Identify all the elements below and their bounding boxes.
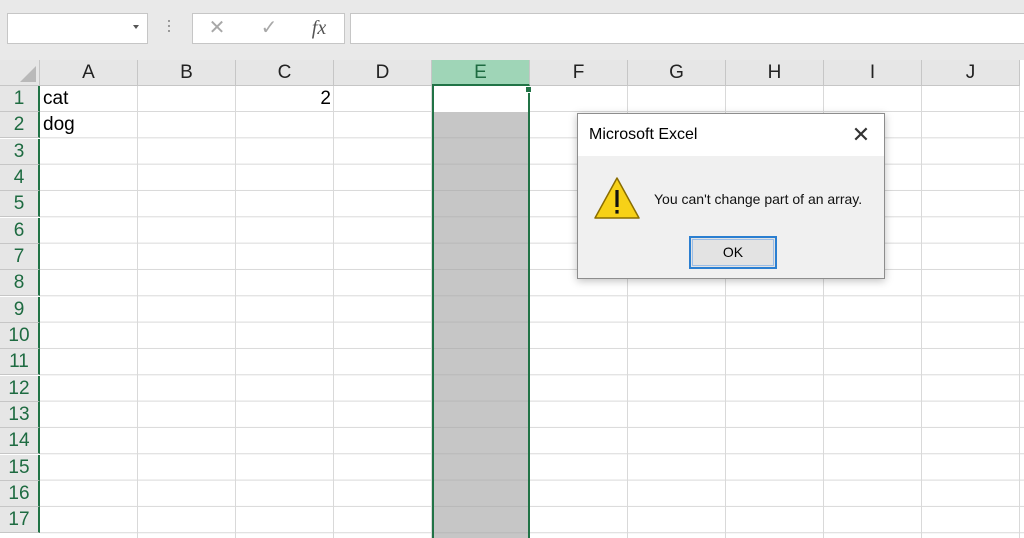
formula-input[interactable] — [350, 13, 1024, 44]
select-all-icon — [20, 66, 36, 82]
fill-handle[interactable] — [525, 86, 532, 93]
close-icon[interactable]: ✕ — [846, 120, 876, 150]
drag-handle-icon[interactable] — [168, 20, 171, 38]
insert-function-icon[interactable]: fx — [299, 14, 339, 43]
ok-button[interactable]: OK — [689, 236, 777, 269]
cell-a2[interactable]: dog — [43, 112, 75, 138]
row-header-17[interactable]: 17 — [0, 507, 40, 534]
column-header-e[interactable]: E — [432, 60, 530, 86]
formula-bar: ✕ ✓ fx — [0, 0, 1024, 60]
row-header-16[interactable]: 16 — [0, 480, 40, 507]
column-header-c[interactable]: C — [236, 60, 334, 86]
column-header-j[interactable]: J — [922, 60, 1020, 86]
chevron-down-icon[interactable] — [133, 25, 139, 29]
column-header-i[interactable]: I — [824, 60, 922, 86]
column-e-selection[interactable] — [432, 86, 532, 538]
row-header-1[interactable]: 1 — [0, 86, 40, 112]
row-header-9[interactable]: 9 — [0, 296, 40, 323]
row-header-13[interactable]: 13 — [0, 401, 40, 428]
row-header-5[interactable]: 5 — [0, 191, 40, 218]
row-header-10[interactable]: 10 — [0, 322, 40, 349]
row-header-3[interactable]: 3 — [0, 138, 40, 165]
row-header-11[interactable]: 11 — [0, 349, 40, 376]
row-header-2[interactable]: 2 — [0, 112, 40, 139]
row-header-6[interactable]: 6 — [0, 217, 40, 244]
row-header-4[interactable]: 4 — [0, 164, 40, 191]
column-header-a[interactable]: A — [40, 60, 138, 86]
cell-c1[interactable]: 2 — [236, 86, 331, 112]
dialog-titlebar[interactable]: Microsoft Excel ✕ — [578, 114, 884, 156]
column-header-f[interactable]: F — [530, 60, 628, 86]
name-box[interactable] — [7, 13, 148, 44]
dialog-message: You can't change part of an array. — [654, 191, 863, 207]
row-header-8[interactable]: 8 — [0, 270, 40, 297]
column-header-h[interactable]: H — [726, 60, 824, 86]
enter-icon[interactable]: ✓ — [249, 14, 289, 43]
alert-dialog: Microsoft Excel ✕ You can't change part … — [577, 113, 885, 279]
row-header-15[interactable]: 15 — [0, 454, 40, 481]
column-header-d[interactable]: D — [334, 60, 432, 86]
select-all-button[interactable] — [0, 60, 40, 86]
column-header-g[interactable]: G — [628, 60, 726, 86]
active-cell-e1[interactable] — [434, 86, 532, 112]
row-header-12[interactable]: 12 — [0, 375, 40, 402]
row-header-7[interactable]: 7 — [0, 243, 40, 270]
cancel-icon[interactable]: ✕ — [197, 14, 237, 43]
warning-icon — [594, 177, 640, 219]
formula-buttons: ✕ ✓ fx — [192, 13, 345, 44]
row-header-14[interactable]: 14 — [0, 428, 40, 455]
cell-a1[interactable]: cat — [43, 86, 68, 112]
dialog-title: Microsoft Excel — [589, 126, 698, 143]
column-header-b[interactable]: B — [138, 60, 236, 86]
